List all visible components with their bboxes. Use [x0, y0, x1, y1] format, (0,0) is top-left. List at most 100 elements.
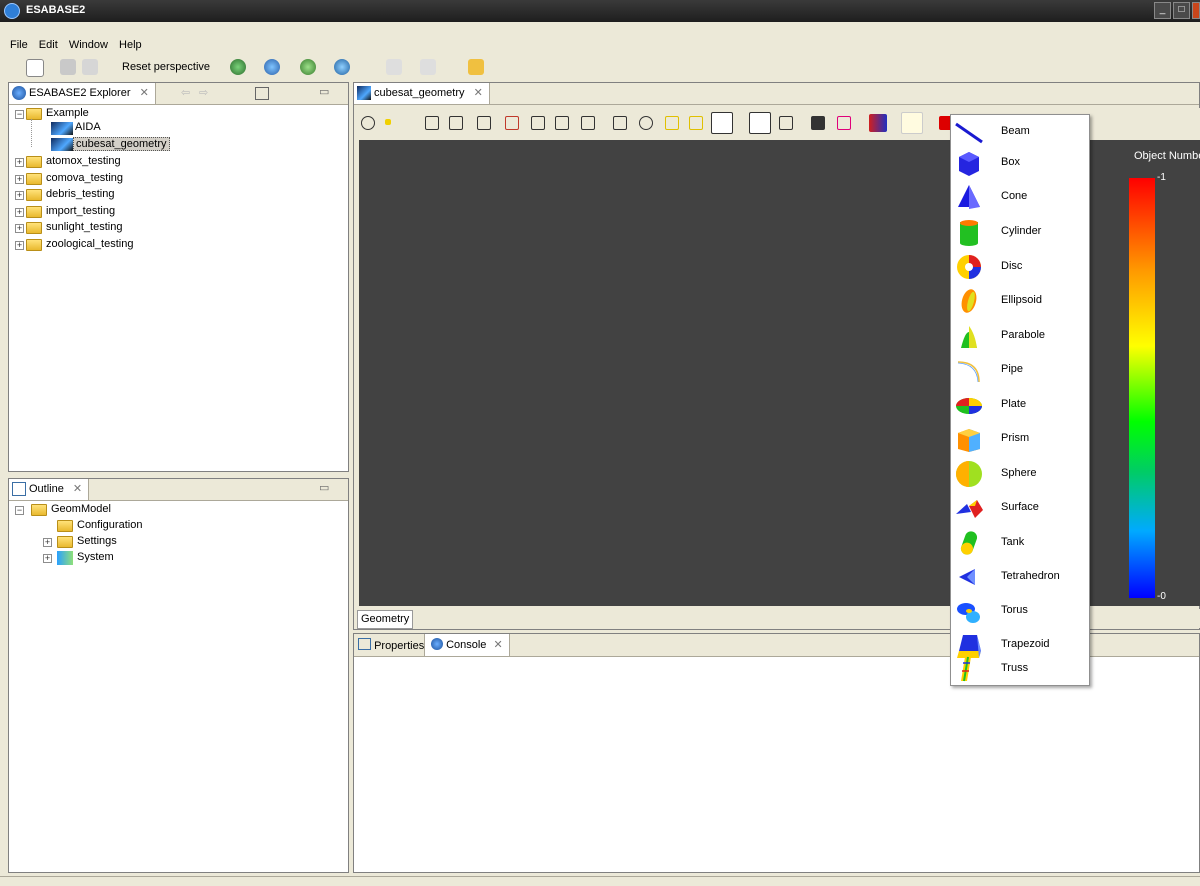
report-icon[interactable]	[334, 59, 350, 75]
expand-toggle[interactable]: +	[43, 538, 52, 547]
expand-toggle[interactable]: +	[15, 208, 24, 217]
menu-window[interactable]: Window	[65, 36, 112, 54]
menu-item-tetrahedron[interactable]: Tetrahedron	[951, 560, 1089, 594]
menu-item-surface[interactable]: Surface	[951, 491, 1089, 525]
tree-item-aida[interactable]: AIDA	[75, 119, 101, 135]
console-tab[interactable]: Console ✕	[424, 634, 510, 656]
zoom-fit-icon[interactable]	[639, 116, 653, 130]
run-icon[interactable]	[230, 59, 246, 75]
wireframe-icon[interactable]	[749, 112, 771, 134]
tree-item-geommodel[interactable]: GeomModel	[51, 501, 111, 517]
color-map-icon[interactable]	[869, 114, 887, 132]
axes-icon[interactable]	[837, 116, 851, 130]
nav-back-icon[interactable]: ⇦	[181, 86, 190, 99]
save-icon[interactable]	[60, 59, 76, 75]
expand-toggle[interactable]: +	[15, 241, 24, 250]
tree-item-system[interactable]: System	[77, 549, 114, 565]
menu-item-parabole[interactable]: Parabole	[951, 319, 1089, 353]
menu-item-plate[interactable]: Plate	[951, 388, 1089, 422]
editor-tab[interactable]: cubesat_geometry ✕	[354, 83, 490, 104]
view-right-icon[interactable]	[505, 116, 519, 130]
view-front-icon[interactable]	[425, 116, 439, 130]
geometry-icon	[357, 86, 371, 100]
nav-forward-icon[interactable]: ⇨	[199, 86, 208, 99]
esabase-icon	[12, 86, 26, 100]
close-icon[interactable]: ✕	[474, 87, 483, 99]
view-top-icon[interactable]	[531, 116, 545, 130]
analysis-icon[interactable]	[264, 59, 280, 75]
reset-perspective-button[interactable]: Reset perspective	[122, 61, 210, 73]
tetrahedron-icon	[959, 569, 975, 585]
folder-icon	[26, 239, 42, 251]
view-iso-icon[interactable]	[581, 116, 595, 130]
light-icon[interactable]	[901, 112, 923, 134]
mesh-icon[interactable]	[811, 116, 825, 130]
close-button[interactable]	[1192, 2, 1200, 19]
tree-item-project[interactable]: import_testing	[46, 203, 115, 219]
collapse-toggle[interactable]: −	[15, 110, 24, 119]
tree-item-project[interactable]: sunlight_testing	[46, 219, 122, 235]
expand-toggle[interactable]: +	[43, 554, 52, 563]
outline-tab[interactable]: Outline ✕	[9, 479, 90, 500]
tree-item-project[interactable]: comova_testing	[46, 170, 123, 186]
menu-item-box[interactable]: Box	[951, 146, 1089, 180]
expand-toggle[interactable]: +	[15, 158, 24, 167]
menu-item-truss[interactable]: Truss	[951, 652, 1089, 686]
zoom-box-icon[interactable]	[613, 116, 627, 130]
menu-edit[interactable]: Edit	[35, 36, 62, 54]
menu-item-cone[interactable]: Cone	[951, 180, 1089, 214]
collapse-toggle[interactable]: −	[15, 506, 24, 515]
menu-item-pipe[interactable]: Pipe	[951, 353, 1089, 387]
menu-item-sphere[interactable]: Sphere	[951, 457, 1089, 491]
pan-icon[interactable]	[665, 116, 679, 130]
close-icon[interactable]: ✕	[493, 639, 502, 651]
process-icon[interactable]	[300, 59, 316, 75]
maximize-button[interactable]: □	[1173, 2, 1190, 19]
menu-help[interactable]: Help	[115, 36, 146, 54]
view-bottom-icon[interactable]	[555, 116, 569, 130]
menu-item-tank[interactable]: Tank	[951, 526, 1089, 560]
cone-icon	[958, 185, 980, 209]
select-point-icon[interactable]	[385, 119, 391, 125]
save-all-icon[interactable]	[82, 59, 98, 75]
menu-item-prism[interactable]: Prism	[951, 422, 1089, 456]
collapse-all-icon[interactable]	[255, 87, 269, 100]
legend-max-label: -1	[1157, 172, 1166, 183]
tree-item-configuration[interactable]: Configuration	[77, 517, 142, 533]
link-icon[interactable]	[468, 59, 484, 75]
tree-item-project[interactable]: atomox_testing	[46, 153, 121, 169]
forward-icon[interactable]	[420, 59, 436, 75]
zoom-icon[interactable]	[361, 116, 375, 130]
expand-toggle[interactable]: +	[15, 175, 24, 184]
minimize-view-icon[interactable]: ▭	[319, 481, 329, 494]
close-icon[interactable]: ✕	[73, 483, 82, 495]
menu-item-cylinder[interactable]: Cylinder	[951, 215, 1089, 249]
beam-icon	[955, 122, 983, 144]
menu-item-ellipsoid[interactable]: Ellipsoid	[951, 284, 1089, 318]
rotate-icon[interactable]	[689, 116, 703, 130]
expand-toggle[interactable]: +	[15, 191, 24, 200]
menu-item-beam[interactable]: Beam	[951, 115, 1089, 149]
tree-item-project[interactable]: zoological_testing	[46, 236, 133, 252]
pointer-icon[interactable]	[711, 112, 733, 134]
explorer-tab[interactable]: ESABASE2 Explorer ✕	[9, 83, 156, 104]
back-icon[interactable]	[386, 59, 402, 75]
tree-item-settings[interactable]: Settings	[77, 533, 117, 549]
torus-icon	[957, 603, 980, 623]
view-back-icon[interactable]	[449, 116, 463, 130]
tree-item-cubesat-geometry[interactable]: cubesat_geometry	[73, 136, 170, 152]
menu-item-torus[interactable]: Torus	[951, 594, 1089, 628]
view-left-icon[interactable]	[477, 116, 491, 130]
minimize-button[interactable]: _	[1154, 2, 1171, 19]
minimize-view-icon[interactable]: ▭	[319, 85, 329, 98]
geometry-tab[interactable]: Geometry	[357, 610, 414, 629]
tree-item-project[interactable]: debris_testing	[46, 186, 115, 202]
new-icon[interactable]	[26, 59, 44, 77]
expand-toggle[interactable]: +	[15, 224, 24, 233]
solid-icon[interactable]	[779, 116, 793, 130]
properties-tab[interactable]: Properties	[358, 638, 424, 652]
menu-item-disc[interactable]: Disc	[951, 250, 1089, 284]
menu-file[interactable]: File	[6, 36, 32, 54]
close-icon[interactable]: ✕	[140, 87, 149, 99]
outline-tab-label: Outline	[29, 483, 64, 495]
